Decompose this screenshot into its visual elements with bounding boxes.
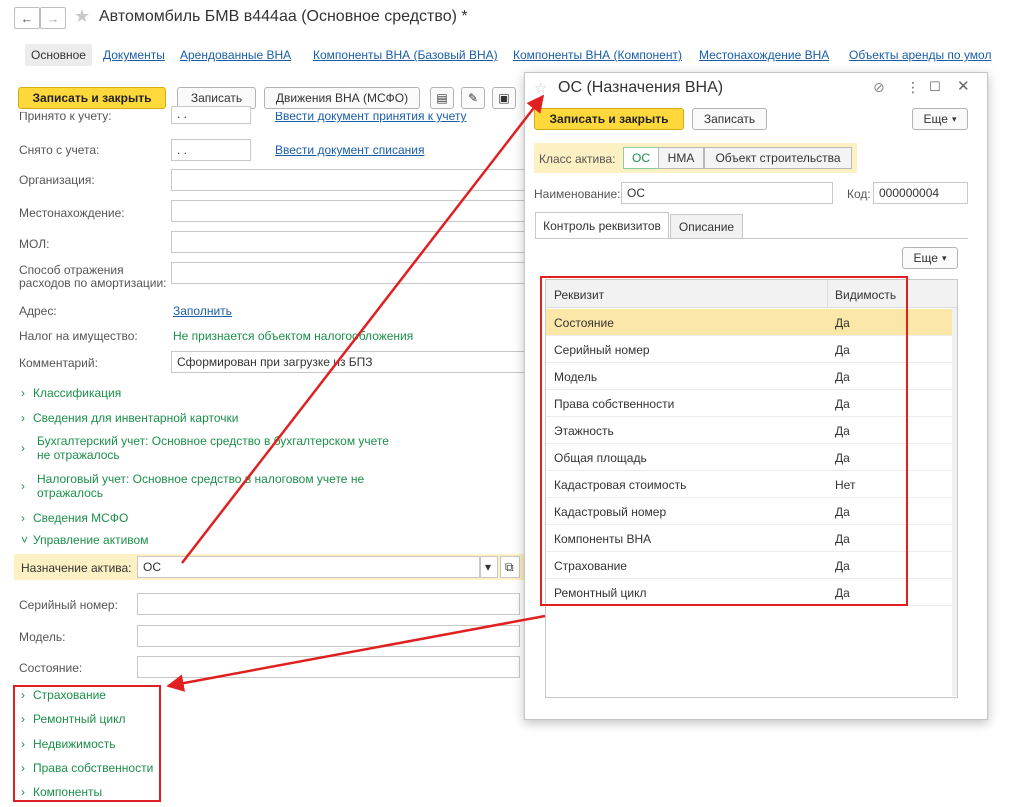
annotation-arrows xyxy=(166,94,546,692)
arrow-to-groups xyxy=(166,614,546,692)
arrow-to-dialog xyxy=(181,94,545,564)
